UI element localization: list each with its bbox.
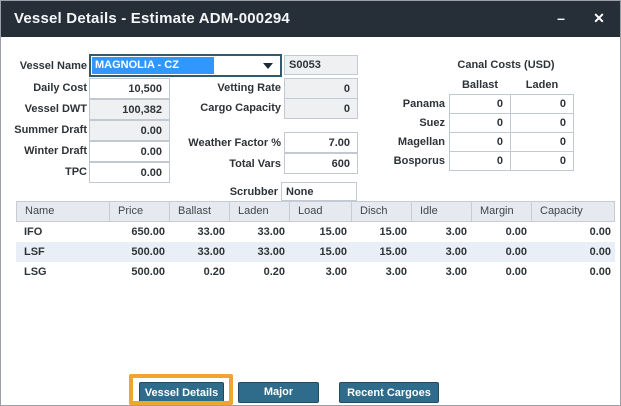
fuel-margin: 0.00 <box>471 222 531 242</box>
fuel-name: IFO <box>16 222 109 242</box>
canal-panama-label: Panama <box>345 94 445 114</box>
canal-laden-header: Laden <box>510 78 574 93</box>
fuel-load: 15.00 <box>289 242 351 262</box>
major-approval-button[interactable]: Major Approval <box>238 382 319 403</box>
suez-ballast-field[interactable] <box>449 113 511 133</box>
vessel-name-selected-value: MAGNOLIA - CZ <box>92 57 214 74</box>
fuel-name: LSG <box>16 262 109 282</box>
fuel-ballast: 0.20 <box>169 262 229 282</box>
fuel-load: 15.00 <box>289 222 351 242</box>
canal-suez-label: Suez <box>345 113 445 133</box>
canal-magellan-label: Magellan <box>345 132 445 152</box>
tpc-label: TPC <box>3 163 87 182</box>
fuel-capacity: 0.00 <box>531 222 615 242</box>
canal-costs-title: Canal Costs (USD) <box>426 58 586 73</box>
minimize-button[interactable]: – <box>546 1 576 36</box>
fuel-table-header: Name Price Ballast Laden Load Disch Idle… <box>16 201 615 222</box>
chevron-down-icon <box>263 63 273 69</box>
fuel-laden: 0.20 <box>229 262 289 282</box>
close-icon: ✕ <box>593 10 605 26</box>
fuel-row-lsf[interactable]: LSF 500.00 33.00 33.00 15.00 15.00 3.00 … <box>16 242 615 262</box>
fuel-ballast: 33.00 <box>169 242 229 262</box>
weather-factor-label: Weather Factor % <box>151 134 281 153</box>
vessel-code-field[interactable] <box>284 55 358 75</box>
fuel-name: LSF <box>16 242 109 262</box>
daily-cost-label: Daily Cost <box>3 79 87 98</box>
summer-draft-label: Summer Draft <box>3 121 87 140</box>
vessel-dwt-label: Vessel DWT <box>3 100 87 119</box>
fuel-capacity: 0.00 <box>531 242 615 262</box>
fuel-disch: 15.00 <box>351 222 411 242</box>
cargo-capacity-label: Cargo Capacity <box>151 99 281 118</box>
canal-ballast-header: Ballast <box>449 78 511 93</box>
fuel-laden: 33.00 <box>229 222 289 242</box>
titlebar: Vessel Details - Estimate ADM-000294 – ✕ <box>1 1 620 37</box>
fuel-idle: 3.00 <box>411 222 471 242</box>
col-header-name: Name <box>17 202 110 221</box>
close-button[interactable]: ✕ <box>584 1 614 36</box>
scrubber-field[interactable] <box>281 182 357 201</box>
magellan-laden-field[interactable] <box>510 132 574 152</box>
fuel-margin: 0.00 <box>471 242 531 262</box>
bosporus-laden-field[interactable] <box>510 151 574 171</box>
canal-bosporus-label: Bosporus <box>345 151 445 171</box>
scrubber-label: Scrubber <box>178 184 278 201</box>
fuel-ballast: 33.00 <box>169 222 229 242</box>
fuel-price: 650.00 <box>109 222 169 242</box>
col-header-disch: Disch <box>352 202 412 221</box>
col-header-idle: Idle <box>412 202 472 221</box>
fuel-consumption-table: Name Price Ballast Laden Load Disch Idle… <box>16 201 615 282</box>
suez-laden-field[interactable] <box>510 113 574 133</box>
bosporus-ballast-field[interactable] <box>449 151 511 171</box>
fuel-margin: 0.00 <box>471 262 531 282</box>
fuel-disch: 15.00 <box>351 242 411 262</box>
vessel-details-dialog: Vessel Details - Estimate ADM-000294 – ✕… <box>0 0 621 406</box>
vessel-name-dropdown[interactable]: MAGNOLIA - CZ <box>89 54 282 77</box>
recent-cargoes-button[interactable]: Recent Cargoes <box>339 382 439 403</box>
vessel-details-button[interactable]: Vessel Details <box>139 382 224 403</box>
magellan-ballast-field[interactable] <box>449 132 511 152</box>
col-header-ballast: Ballast <box>170 202 230 221</box>
col-header-margin: Margin <box>472 202 532 221</box>
fuel-capacity: 0.00 <box>531 262 615 282</box>
fuel-idle: 3.00 <box>411 242 471 262</box>
fuel-laden: 33.00 <box>229 242 289 262</box>
col-header-laden: Laden <box>230 202 290 221</box>
fuel-price: 500.00 <box>109 242 169 262</box>
fuel-price: 500.00 <box>109 262 169 282</box>
col-header-price: Price <box>110 202 170 221</box>
panama-laden-field[interactable] <box>510 94 574 114</box>
winter-draft-label: Winter Draft <box>3 142 87 161</box>
vetting-rate-label: Vetting Rate <box>151 79 281 98</box>
fuel-load: 3.00 <box>289 262 351 282</box>
fuel-disch: 3.00 <box>351 262 411 282</box>
vessel-name-label: Vessel Name <box>3 57 87 76</box>
total-vars-label: Total Vars <box>151 155 281 174</box>
dialog-title: Vessel Details - Estimate ADM-000294 <box>14 1 290 36</box>
col-header-load: Load <box>290 202 352 221</box>
fuel-idle: 3.00 <box>411 262 471 282</box>
fuel-row-lsg[interactable]: LSG 500.00 0.20 0.20 3.00 3.00 3.00 0.00… <box>16 262 615 282</box>
panama-ballast-field[interactable] <box>449 94 511 114</box>
col-header-capacity: Capacity <box>532 202 616 221</box>
minimize-icon: – <box>557 10 565 26</box>
fuel-row-ifo[interactable]: IFO 650.00 33.00 33.00 15.00 15.00 3.00 … <box>16 222 615 242</box>
